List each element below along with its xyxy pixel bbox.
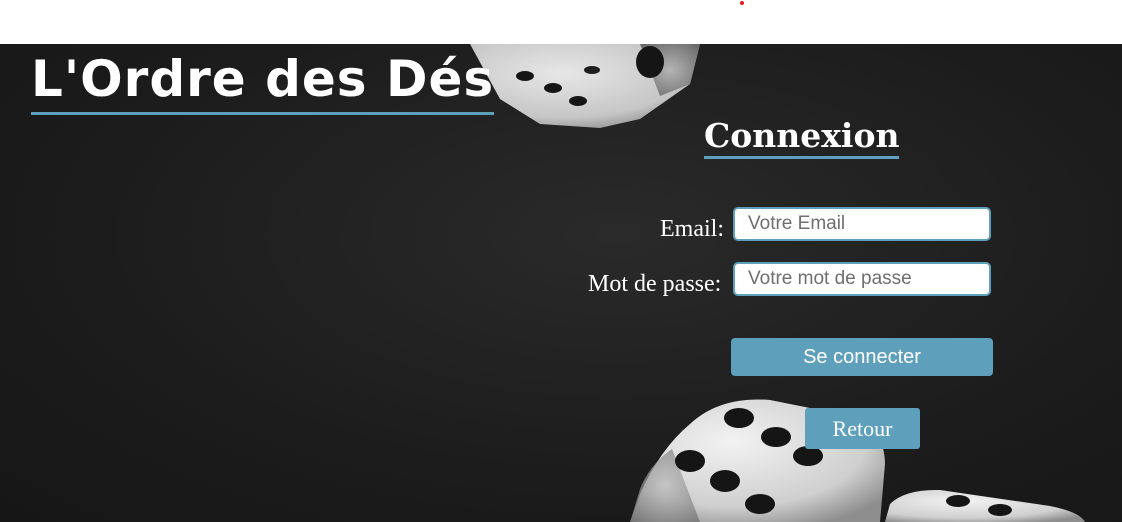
login-heading: Connexion (704, 116, 900, 159)
login-submit-button[interactable]: Se connecter (731, 338, 993, 376)
red-dot-marker-icon (740, 1, 744, 5)
password-label: Mot de passe: (588, 271, 722, 297)
die-bottom-right (885, 489, 1085, 522)
back-button[interactable]: Retour (805, 408, 920, 449)
top-bar (0, 0, 1122, 44)
site-title: L'Ordre des Dés (31, 48, 495, 115)
email-field[interactable] (733, 207, 991, 241)
email-label: Email: (660, 216, 724, 242)
password-field[interactable] (733, 262, 991, 296)
die-top (470, 44, 700, 128)
login-page: L'Ordre des Dés Connexion Email: Mot de … (0, 44, 1122, 522)
